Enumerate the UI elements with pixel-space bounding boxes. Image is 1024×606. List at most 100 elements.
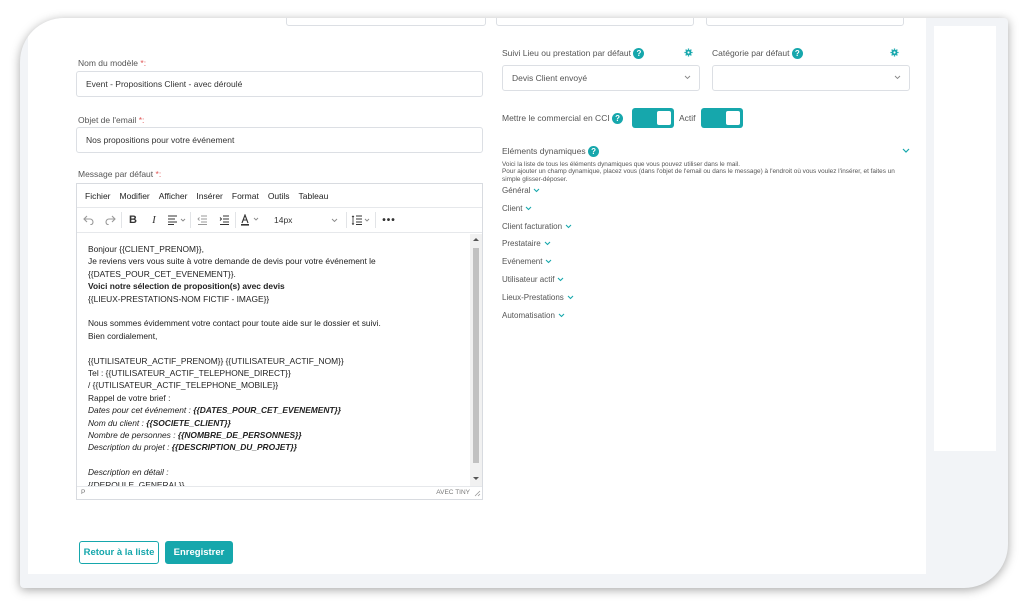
font-size-select[interactable]: 14px	[266, 208, 346, 233]
redo-icon[interactable]	[99, 208, 121, 233]
editor-statusbar: P AVEC TINY	[77, 486, 482, 499]
menu-insert[interactable]: Insérer	[196, 191, 222, 201]
editor-scrollbar-thumb[interactable]	[473, 248, 479, 463]
toggle-knob	[657, 111, 671, 125]
editor-line: Dates pour cet événement : {{DATES_POUR_…	[88, 405, 342, 416]
cc-toggle[interactable]	[632, 108, 674, 128]
scroll-down-icon[interactable]	[473, 476, 479, 481]
dynamic-category[interactable]: Client facturation	[502, 222, 572, 231]
help-icon[interactable]: ?	[791, 48, 803, 60]
scroll-up-icon[interactable]	[473, 237, 479, 242]
dynamic-title[interactable]: Eléments dynamiques ?	[502, 146, 600, 158]
editor-line: Description en détail :	[88, 467, 169, 478]
undo-icon[interactable]	[77, 208, 99, 233]
italic-icon[interactable]: I	[144, 208, 164, 233]
toggle-knob	[726, 111, 740, 125]
top-field-right[interactable]	[706, 18, 904, 26]
editor-line: / {{UTILISATEUR_ACTIF_TELEPHONE_MOBILE}}	[88, 380, 279, 391]
menu-table[interactable]: Tableau	[299, 191, 329, 201]
more-icon[interactable]: •••	[376, 208, 402, 233]
editor-line: Nombre de personnes : {{NOMBRE_DE_PERSON…	[88, 430, 302, 441]
editor-content[interactable]: Bonjour {{CLIENT_PRENOM}}, Je reviens ver…	[77, 234, 469, 486]
dynamic-category[interactable]: Utilisateur actif	[502, 275, 564, 284]
editor-toolbar: B I 14px •••	[77, 208, 482, 233]
dynamic-category[interactable]: Client	[502, 204, 532, 213]
chevron-down-icon	[567, 295, 574, 300]
indent-icon[interactable]	[213, 208, 235, 233]
save-button[interactable]: Enregistrer	[165, 541, 233, 564]
menu-format[interactable]: Format	[232, 191, 259, 201]
side-strip	[934, 26, 996, 451]
editor-line: Je reviens vers vous suite à votre deman…	[88, 256, 376, 267]
form-panel: Nom du modèle *: Event - Propositions Cl…	[28, 18, 926, 574]
editor-line: Description du projet : {{DESCRIPTION_DU…	[88, 442, 297, 453]
chevron-down-icon	[331, 218, 338, 222]
chevron-down-icon	[544, 242, 551, 246]
editor-line: Bonjour {{CLIENT_PRENOM}},	[88, 244, 204, 254]
email-subject-input[interactable]: Nos propositions pour votre événement	[76, 127, 483, 153]
editor-line: {{DEROULE_GENERAL}}	[88, 479, 185, 486]
dynamic-category[interactable]: Général	[502, 186, 540, 195]
editor-line: Voici notre sélection de proposition(s) …	[88, 281, 285, 292]
line-height-icon[interactable]	[347, 208, 375, 233]
editor-line: {{LIEUX-PRESTATIONS-NOM FICTIF - IMAGE}}	[88, 293, 270, 304]
menu-view[interactable]: Afficher	[159, 191, 188, 201]
editor-line: {{UTILISATEUR_ACTIF_PRENOM}} {{UTILISATE…	[88, 355, 344, 366]
suivi-label: Suivi Lieu ou prestation par défaut ?	[502, 48, 645, 60]
menu-file[interactable]: Fichier	[85, 191, 111, 201]
help-icon[interactable]: ?	[588, 146, 600, 158]
align-icon[interactable]	[164, 208, 190, 233]
gear-icon[interactable]	[890, 48, 899, 57]
text-color-icon[interactable]	[236, 208, 266, 233]
help-icon[interactable]: ?	[612, 113, 624, 125]
editor-menubar: Fichier Modifier Afficher Insérer Format…	[77, 184, 482, 208]
actif-label: Actif	[679, 113, 696, 123]
chevron-down-icon	[546, 259, 552, 264]
default-message-label: Message par défaut *:	[78, 169, 162, 179]
chevron-down-icon	[558, 313, 565, 317]
chevron-down-icon	[684, 75, 691, 80]
editor-line: Nous sommes évidemment votre contact pou…	[88, 318, 381, 329]
actif-toggle[interactable]	[701, 108, 743, 128]
outdent-icon[interactable]	[191, 208, 213, 233]
dynamic-category[interactable]: Prestataire	[502, 239, 551, 248]
top-field-left[interactable]	[286, 18, 486, 26]
model-name-label: Nom du modèle *:	[78, 58, 147, 68]
dynamic-category[interactable]: Automatisation	[502, 311, 565, 320]
categorie-label: Catégorie par défaut ?	[712, 48, 803, 60]
bold-icon[interactable]: B	[122, 208, 144, 233]
resize-handle-icon[interactable]	[474, 490, 481, 497]
editor-line: Bien cordialement,	[88, 330, 158, 341]
dynamic-category[interactable]: Evénement	[502, 257, 552, 266]
editor-line: Rappel de votre brief :	[88, 392, 171, 403]
chevron-down-icon	[558, 277, 564, 282]
help-icon[interactable]: ?	[633, 48, 645, 60]
back-to-list-button[interactable]: Retour à la liste	[79, 541, 159, 564]
cc-label: Mettre le commercial en CCI ?	[502, 113, 624, 125]
chevron-down-icon	[894, 75, 901, 80]
editor-line: {{DATES_POUR_CET_EVENEMENT}}.	[88, 268, 236, 279]
chevron-down-icon	[526, 206, 532, 211]
element-path: P	[81, 489, 86, 496]
menu-tools[interactable]: Outils	[268, 191, 290, 201]
dynamic-description: Voici la liste de tous les éléments dyna…	[502, 161, 895, 183]
gear-icon[interactable]	[684, 48, 693, 57]
dynamic-category[interactable]: Lieux-Prestations	[502, 293, 574, 302]
screenshot-frame: Nom du modèle *: Event - Propositions Cl…	[20, 18, 1008, 588]
chevron-down-icon	[534, 188, 540, 193]
model-name-input[interactable]: Event - Propositions Client - avec dérou…	[76, 71, 483, 97]
editor-line: Nom du client : {{SOCIETE_CLIENT}}	[88, 417, 231, 428]
top-field-mid[interactable]	[496, 18, 694, 26]
tiny-branding[interactable]: AVEC TINY	[436, 489, 470, 496]
menu-edit[interactable]: Modifier	[120, 191, 150, 201]
chevron-down-icon	[565, 224, 572, 228]
rich-text-editor: Fichier Modifier Afficher Insérer Format…	[76, 183, 483, 500]
email-subject-label: Objet de l'email *:	[78, 115, 145, 125]
suivi-select[interactable]: Devis Client envoyé	[502, 65, 700, 91]
chevron-down-icon[interactable]	[902, 148, 910, 154]
editor-line: Tel : {{UTILISATEUR_ACTIF_TELEPHONE_DIRE…	[88, 368, 291, 379]
categorie-select[interactable]	[712, 65, 910, 91]
